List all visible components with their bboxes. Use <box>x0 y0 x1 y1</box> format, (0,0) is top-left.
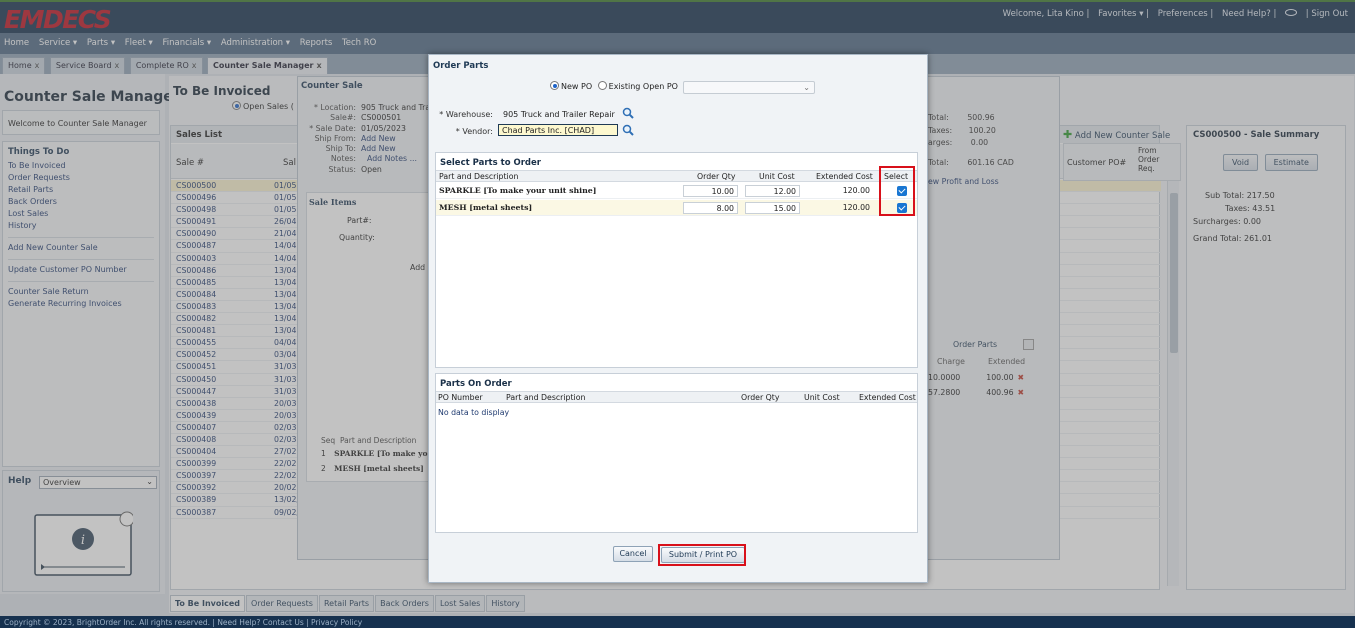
footer: Copyright © 2023, BrightOrder Inc. All r… <box>0 616 1355 628</box>
vendor-search-icon[interactable] <box>622 124 634 136</box>
select-parts-section: Select Parts to Order Part and Descripti… <box>435 152 918 368</box>
col-po-number: PO Number <box>438 393 483 402</box>
parts-on-order-header: PO Number Part and Description Order Qty… <box>436 391 917 403</box>
new-po-radio[interactable]: New PO <box>550 81 593 91</box>
po-type-group: New PO Existing Open PO <box>550 81 678 91</box>
vendor-label: * Vendor: <box>455 127 493 136</box>
warehouse-label: * Warehouse: <box>439 110 493 119</box>
col-part-description: Part and Description <box>506 393 586 402</box>
existing-po-radio[interactable]: Existing Open PO <box>597 81 678 91</box>
unit-cost-input[interactable]: 12.00 <box>745 185 800 197</box>
col-order-qty: Order Qty <box>697 172 736 181</box>
part-row: MESH [metal sheets] 8.00 15.00 120.00 <box>436 200 917 216</box>
col-unit-cost: Unit Cost <box>759 172 795 181</box>
part-row: SPARKLE [To make your unit shine] 10.00 … <box>436 183 917 199</box>
col-unit-cost: Unit Cost <box>804 393 840 402</box>
part-description: SPARKLE [To make your unit shine] <box>439 186 597 195</box>
cancel-button[interactable]: Cancel <box>613 546 653 562</box>
warehouse-search-icon[interactable] <box>622 107 634 119</box>
new-po-label: New PO <box>561 82 593 91</box>
existing-po-select[interactable]: ⌄ <box>683 81 815 94</box>
submit-highlight <box>658 544 746 566</box>
col-part-description: Part and Description <box>439 172 519 181</box>
parts-on-order-section: Parts On Order PO Number Part and Descri… <box>435 373 918 533</box>
part-description: MESH [metal sheets] <box>439 203 533 212</box>
select-parts-heading: Select Parts to Order <box>440 158 541 168</box>
vendor-field[interactable]: Chad Parts Inc. [CHAD] <box>498 124 618 136</box>
col-order-qty: Order Qty <box>741 393 780 402</box>
order-qty-input[interactable]: 8.00 <box>683 202 738 214</box>
extended-cost: 120.00 <box>842 186 870 195</box>
radio-icon <box>597 81 607 90</box>
existing-po-label: Existing Open PO <box>608 82 678 91</box>
chevron-down-icon: ⌄ <box>803 83 810 92</box>
radio-icon <box>550 81 559 90</box>
modal-title: Order Parts <box>433 61 489 71</box>
select-column-highlight <box>879 166 915 216</box>
unit-cost-input[interactable]: 15.00 <box>745 202 800 214</box>
parts-on-order-heading: Parts On Order <box>440 379 512 389</box>
col-extended-cost: Extended Cost <box>859 393 916 402</box>
no-data-message: No data to display <box>438 408 510 417</box>
col-extended-cost: Extended Cost <box>816 172 873 181</box>
warehouse-field[interactable]: 905 Truck and Trailer Repair [ <box>499 108 617 120</box>
select-parts-header: Part and Description Order Qty Unit Cost… <box>436 170 917 182</box>
extended-cost: 120.00 <box>842 203 870 212</box>
order-parts-modal: Order Parts New PO Existing Open PO ⌄ * … <box>428 54 928 583</box>
order-qty-input[interactable]: 10.00 <box>683 185 738 197</box>
